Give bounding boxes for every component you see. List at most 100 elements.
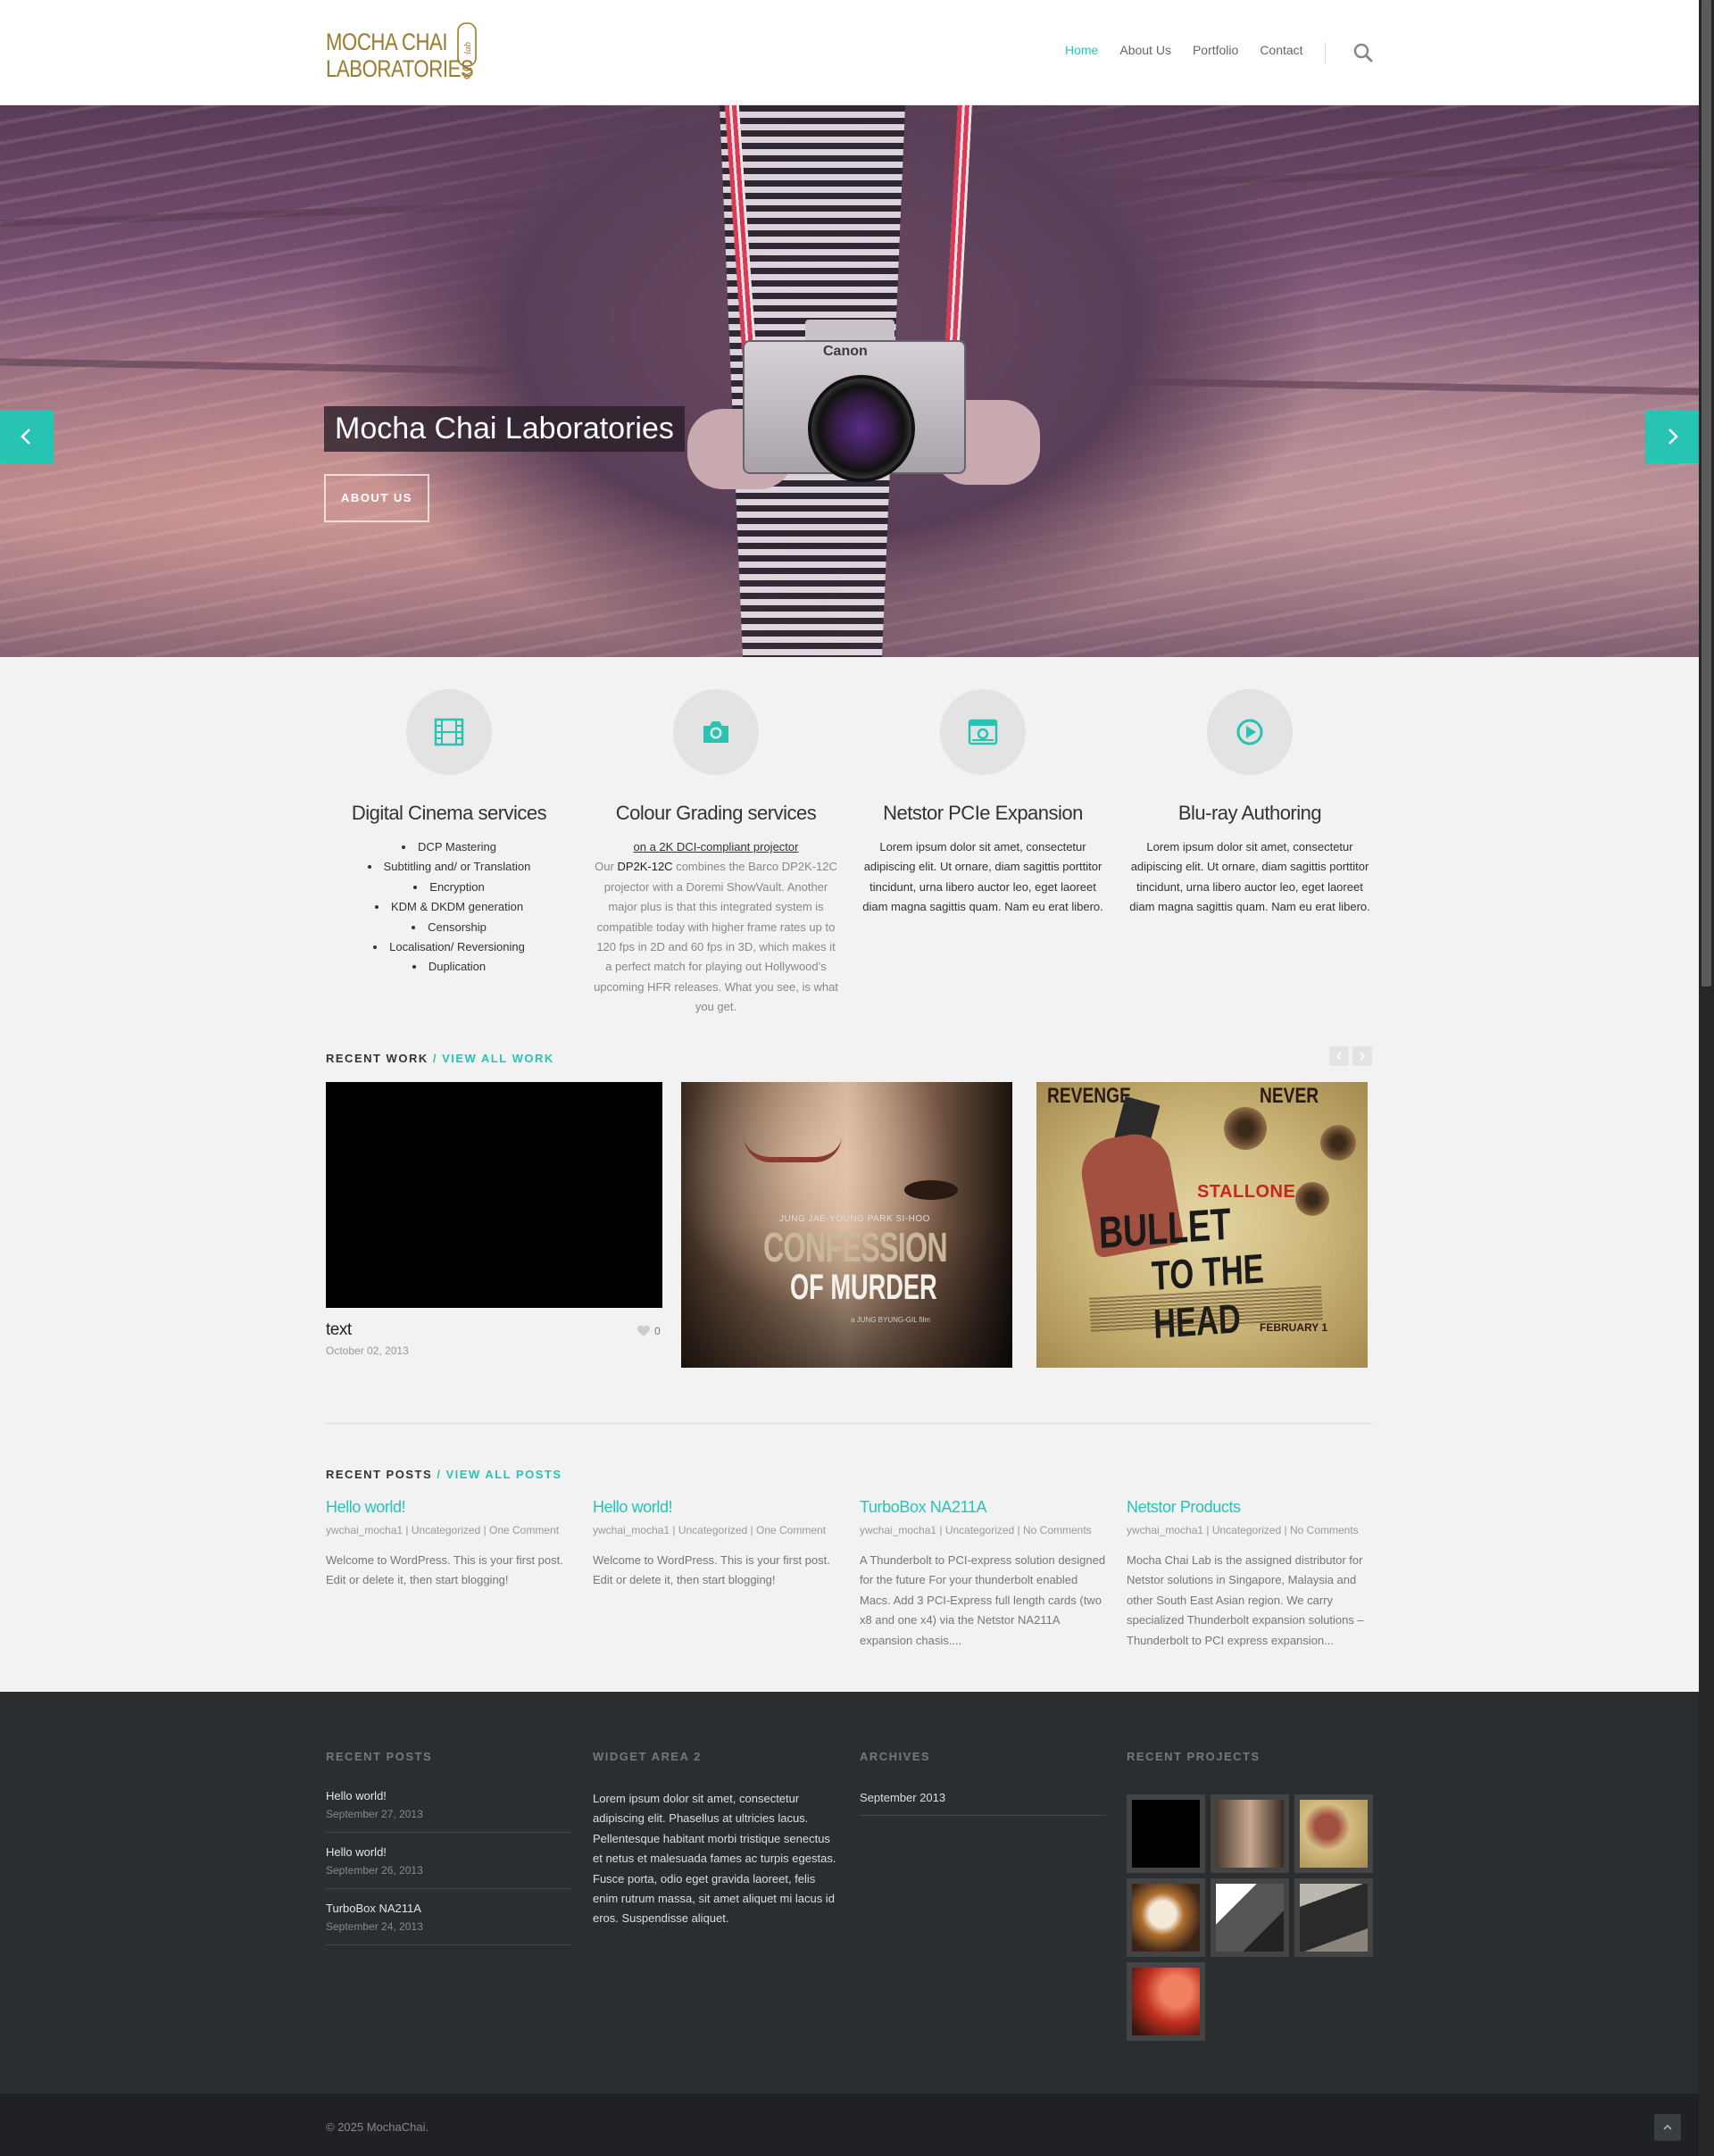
poster-credit: a JUNG BYUNG-GIL film <box>851 1316 931 1324</box>
poster-art <box>1224 1107 1267 1150</box>
view-all-posts-link[interactable]: / VIEW ALL POSTS <box>437 1468 562 1481</box>
service-text-prefix: Our <box>595 860 614 874</box>
section-title: RECENT WORK <box>326 1052 428 1065</box>
footer-post-title[interactable]: Hello world! <box>326 1845 571 1859</box>
service-description: Our DP2K-12C combines the Barco DP2K-12C… <box>594 857 838 1017</box>
post-excerpt: Welcome to WordPress. This is your first… <box>593 1553 830 1587</box>
project-thumbnail[interactable] <box>1211 1794 1289 1873</box>
post-card: Netstor Products ywchai_mocha1 | Uncateg… <box>1127 1498 1377 1651</box>
film-icon <box>434 718 464 746</box>
footer-post-title[interactable]: TurboBox NA211A <box>326 1902 571 1915</box>
work-carousel-controls <box>1329 1046 1372 1066</box>
post-title[interactable]: Hello world! <box>593 1498 843 1517</box>
recent-work-heading: RECENT WORK / VIEW ALL WORK <box>326 1052 554 1065</box>
site-logo[interactable]: MOCHA CHAI LABORATORIES lab <box>326 20 482 87</box>
post-title[interactable]: Hello world! <box>326 1498 576 1517</box>
poster-art <box>1320 1125 1356 1161</box>
poster-date: FEBRUARY 1 <box>1260 1321 1328 1334</box>
work-item-date: October 02, 2013 <box>326 1344 409 1357</box>
view-all-work-link[interactable]: / VIEW ALL WORK <box>433 1052 554 1065</box>
heart-icon <box>637 1325 651 1336</box>
service-list-item: Localisation/ Reversioning <box>327 937 571 957</box>
service-list-item: Censorship <box>327 918 571 937</box>
post-card: Hello world! ywchai_mocha1 | Uncategoriz… <box>593 1498 843 1591</box>
post-meta: ywchai_mocha1 | Uncategorized | One Comm… <box>326 1524 560 1536</box>
post-title[interactable]: TurboBox NA211A <box>860 1498 1110 1517</box>
search-icon[interactable] <box>1353 43 1373 62</box>
service-icon-circle <box>673 689 759 775</box>
footer-post-title[interactable]: Hello world! <box>326 1789 571 1802</box>
nav-portfolio[interactable]: Portfolio <box>1193 43 1238 57</box>
footer-recent-posts-heading: RECENT POSTS <box>326 1750 433 1763</box>
service-title: Digital Cinema services <box>351 802 547 824</box>
page: MOCHA CHAI LABORATORIES lab Home About U… <box>0 0 1699 2156</box>
project-thumbnail[interactable] <box>1211 1878 1289 1957</box>
service-list-item: Encryption <box>327 878 571 897</box>
projector-link[interactable]: on a 2K DCI-compliant projector <box>634 840 799 853</box>
footer-post-item: TurboBox NA211A September 24, 2013 <box>326 1902 571 1945</box>
post-excerpt: Welcome to WordPress. This is your first… <box>326 1553 563 1587</box>
back-to-top-button[interactable] <box>1654 2114 1681 2141</box>
footer-post-date: September 26, 2013 <box>326 1864 423 1877</box>
footer-recent-posts-list: Hello world! September 27, 2013 Hello wo… <box>326 1789 571 1958</box>
poster-tagline: REVENGE <box>1047 1084 1131 1108</box>
logo-text: MOCHA CHAI LABORATORIES <box>326 29 506 82</box>
service-title: Colour Grading services <box>615 802 817 824</box>
service-title: Blu-ray Authoring <box>1177 802 1322 824</box>
chevron-up-icon <box>1663 2124 1672 2130</box>
site-header: MOCHA CHAI LABORATORIES lab Home About U… <box>0 0 1699 105</box>
chevron-right-icon <box>1668 429 1678 445</box>
slider-prev-button[interactable] <box>0 410 54 463</box>
poster-tagline: NEVER <box>1260 1084 1319 1108</box>
lightbulb-icon: lab <box>457 22 477 79</box>
service-text: combines the Barco DP2K-12C projector wi… <box>594 860 838 1014</box>
project-thumbnail[interactable] <box>1294 1794 1373 1873</box>
nav-divider <box>1325 42 1326 63</box>
site-footer <box>0 1692 1699 2094</box>
chevron-right-icon <box>1360 1052 1366 1061</box>
svg-text:lab: lab <box>462 41 473 54</box>
chevron-left-icon <box>1335 1052 1342 1061</box>
project-thumbnail[interactable] <box>1127 1794 1205 1873</box>
hero-title: Mocha Chai Laboratories <box>324 406 685 452</box>
logo-line-1: MOCHA CHAI <box>326 29 448 55</box>
post-excerpt: Mocha Chai Lab is the assigned distribut… <box>1127 1553 1364 1647</box>
project-thumbnail[interactable] <box>1294 1878 1373 1957</box>
work-prev-button[interactable] <box>1329 1046 1349 1066</box>
footer-post-item: Hello world! September 27, 2013 <box>326 1789 571 1833</box>
footer-post-date: September 24, 2013 <box>326 1920 423 1933</box>
poster-art <box>1295 1182 1329 1216</box>
scrollbar-thumb[interactable] <box>1702 0 1711 986</box>
section-title: RECENT POSTS <box>326 1468 433 1481</box>
post-title[interactable]: Netstor Products <box>1127 1498 1377 1517</box>
chevron-left-icon <box>21 429 30 445</box>
service-icon-circle <box>1207 689 1293 775</box>
nav-contact[interactable]: Contact <box>1260 43 1302 57</box>
work-item-title[interactable]: text <box>326 1320 352 1340</box>
poster-title-line: OF MURDER <box>790 1268 937 1307</box>
service-list-item: KDM & DKDM generation <box>327 897 571 917</box>
project-thumbnail[interactable] <box>1127 1962 1205 2041</box>
footer-archive-link[interactable]: September 2013 <box>860 1791 1106 1816</box>
hero-slider: Canon Mocha Chai Laboratories ABOUT US <box>0 105 1699 657</box>
service-colour-grading: Colour Grading services on a 2K DCI-comp… <box>594 689 838 1018</box>
about-us-button[interactable]: ABOUT US <box>324 474 429 522</box>
logo-line-2: LABORATORIES <box>326 55 474 82</box>
service-description: Lorem ipsum dolor sit amet, consectetur … <box>862 840 1103 914</box>
footer-archives-heading: ARCHIVES <box>860 1750 931 1763</box>
page-scrollbar[interactable] <box>1699 0 1714 2156</box>
service-list: DCP Mastering Subtitling and/ or Transla… <box>327 837 571 978</box>
service-description: Lorem ipsum dolor sit amet, consectetur … <box>1129 840 1370 914</box>
like-counter[interactable]: 0 <box>637 1325 661 1337</box>
slider-next-button[interactable] <box>1645 410 1699 463</box>
work-item-poster-confession[interactable]: JUNG JAE-YOUNG PARK SI-HOO CONFESSION OF… <box>681 1082 1012 1368</box>
nav-about-us[interactable]: About Us <box>1119 43 1171 57</box>
nav-home[interactable]: Home <box>1065 43 1098 57</box>
footer-project-thumbnails <box>1127 1794 1373 2041</box>
work-item-thumbnail[interactable] <box>326 1082 662 1308</box>
post-excerpt: A Thunderbolt to PCI-express solution de… <box>860 1553 1106 1647</box>
work-next-button[interactable] <box>1352 1046 1372 1066</box>
photo-icon <box>968 719 998 745</box>
work-item-poster-bullet[interactable]: REVENGE NEVER STALLONE BULLET TO THE HEA… <box>1036 1082 1368 1368</box>
project-thumbnail[interactable] <box>1127 1878 1205 1957</box>
